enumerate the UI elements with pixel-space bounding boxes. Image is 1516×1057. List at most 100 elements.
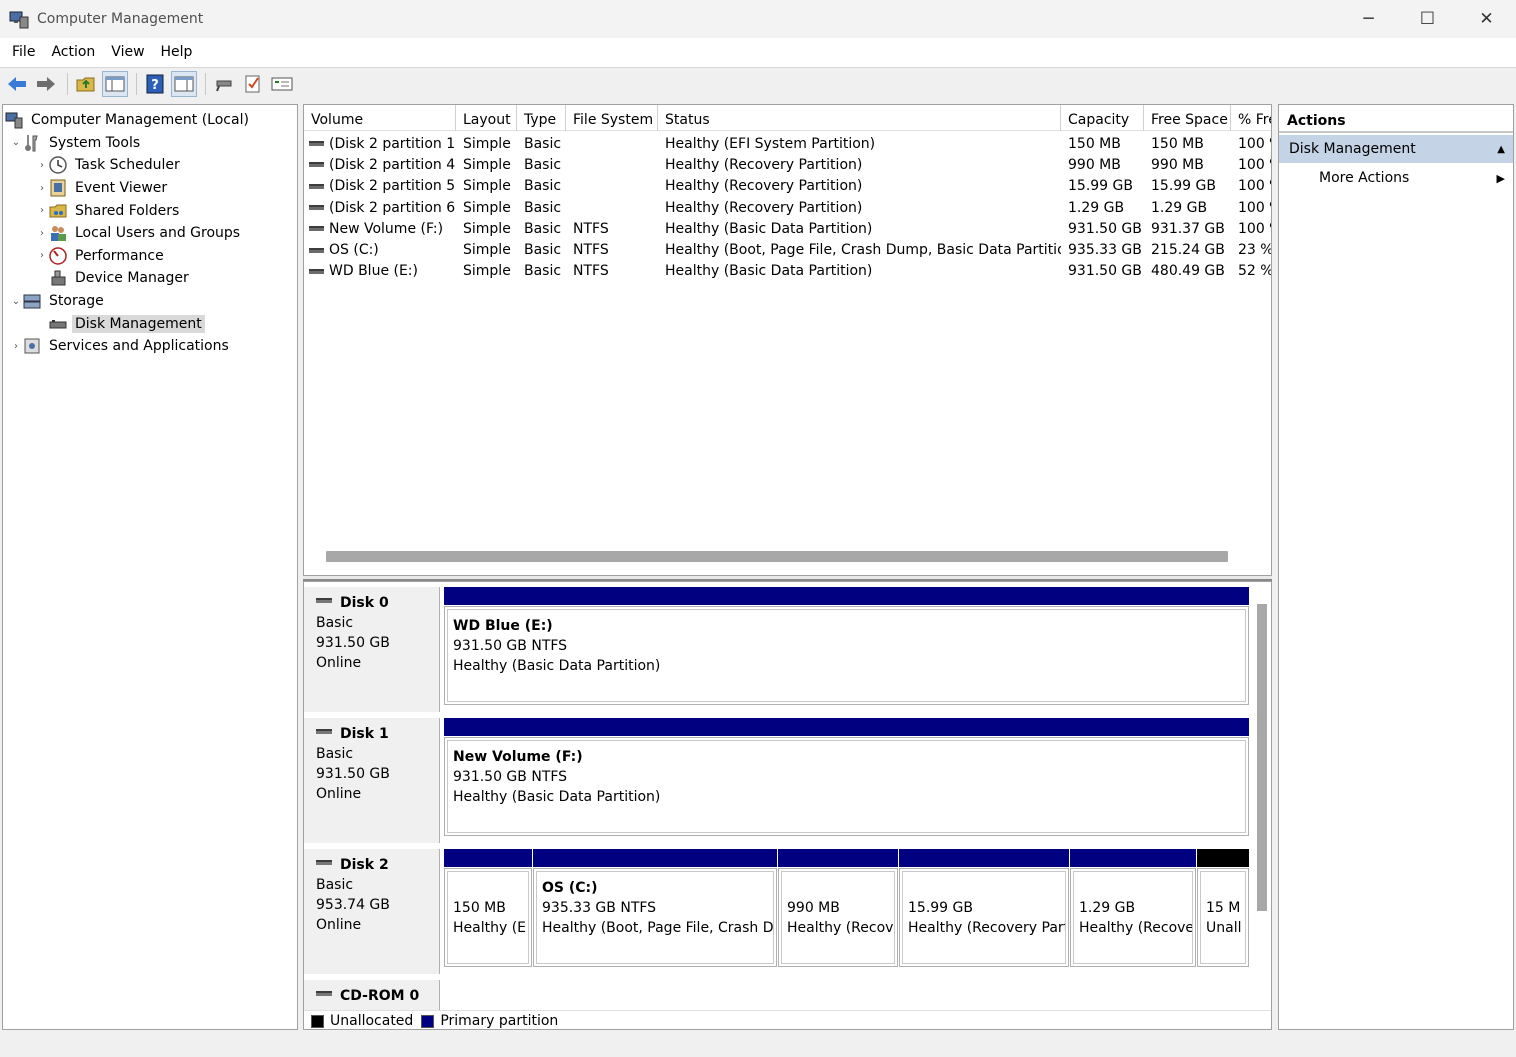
- partition[interactable]: New Volume (F:) 931.50 GB NTFS Healthy (Ba…: [444, 718, 1249, 836]
- column-header-layout[interactable]: Layout: [456, 105, 517, 131]
- partition-details: 15 M Unall: [1200, 871, 1246, 964]
- chevron-right-icon[interactable]: ›: [35, 205, 49, 216]
- volume-icon: [309, 247, 324, 253]
- tree-label: Disk Management: [72, 314, 205, 333]
- table-row[interactable]: OS (C:) Simple Basic NTFS Healthy (Boot, Pag…: [304, 239, 1271, 260]
- tree-item-disk-management[interactable]: Disk Management: [3, 312, 297, 335]
- table-row[interactable]: New Volume (F:) Simple Basic NTFS Healthy (B…: [304, 218, 1271, 239]
- more-actions-item[interactable]: More Actions ▶: [1279, 163, 1513, 193]
- cell-status: Healthy (EFI System Partition): [658, 136, 1061, 152]
- tree-item-event-viewer[interactable]: › Event Viewer: [3, 177, 297, 200]
- partition[interactable]: 1.29 GB Healthy (Recove: [1070, 849, 1196, 967]
- partition[interactable]: WD Blue (E:) 931.50 GB NTFS Healthy (Basic…: [444, 587, 1249, 705]
- up-folder-icon[interactable]: [73, 71, 99, 97]
- disk-icon: [316, 859, 332, 865]
- partition[interactable]: OS (C:) 935.33 GB NTFS Healthy (Boot, Page…: [533, 849, 777, 967]
- properties-icon[interactable]: [269, 71, 295, 97]
- cell-type: Basic: [517, 221, 566, 237]
- cell-status: Healthy (Recovery Partition): [658, 157, 1061, 173]
- back-icon[interactable]: [4, 71, 30, 97]
- partition[interactable]: 150 MB Healthy (E: [444, 849, 532, 967]
- tree-item-performance[interactable]: › Performance: [3, 245, 297, 268]
- tree-item-shared-folders[interactable]: › Shared Folders: [3, 199, 297, 222]
- partition[interactable]: 990 MB Healthy (Recove: [778, 849, 898, 967]
- services-icon: [23, 337, 41, 355]
- maximize-button[interactable]: ☐: [1398, 0, 1457, 38]
- cell-free: 150 MB: [1144, 136, 1231, 152]
- table-row[interactable]: (Disk 2 partition 4) Simple Basic Healthy (…: [304, 154, 1271, 175]
- connect-icon[interactable]: [211, 71, 237, 97]
- disk-name-text: Disk 1: [340, 726, 389, 742]
- disk-name: Disk 0: [316, 593, 439, 613]
- table-row[interactable]: (Disk 2 partition 6) Simple Basic Healthy (…: [304, 197, 1271, 218]
- collapse-up-icon[interactable]: ▲: [1497, 144, 1505, 155]
- minimize-button[interactable]: ─: [1339, 0, 1398, 38]
- cell-text: (Disk 2 partition 5): [329, 178, 456, 195]
- disk-partitions: 150 MB Healthy (E OS (C:) 935.33 GB NTFS Hea…: [442, 849, 1252, 974]
- menu-help[interactable]: Help: [153, 38, 201, 67]
- partition-body: WD Blue (E:) 931.50 GB NTFS Healthy (Basic…: [444, 606, 1249, 705]
- chevron-right-icon[interactable]: ›: [35, 183, 49, 194]
- forward-icon[interactable]: [33, 71, 59, 97]
- disk-management-icon: [49, 315, 67, 333]
- menu-file[interactable]: File: [4, 38, 43, 67]
- table-row[interactable]: WD Blue (E:) Simple Basic NTFS Healthy (Basi…: [304, 261, 1271, 282]
- partition-bar: [444, 587, 1249, 605]
- chevron-down-icon[interactable]: ⌄: [9, 137, 23, 148]
- menu-action[interactable]: Action: [43, 38, 103, 67]
- chevron-right-icon[interactable]: ›: [35, 250, 49, 261]
- cell-type: Basic: [517, 157, 566, 173]
- tree-label: System Tools: [49, 134, 141, 151]
- partition-bar: [533, 849, 777, 867]
- partition-bar: [778, 849, 898, 867]
- tree-item-services-applications[interactable]: › Services and Applications: [3, 335, 297, 358]
- partition[interactable]: 15.99 GB Healthy (Recovery Part: [899, 849, 1069, 967]
- cell-volume: (Disk 2 partition 6): [304, 200, 456, 216]
- column-header-file-system[interactable]: File System: [566, 105, 658, 131]
- menu-view[interactable]: View: [103, 38, 152, 67]
- close-button[interactable]: ✕: [1457, 0, 1516, 38]
- disk-info[interactable]: Disk 0 Basic 931.50 GB Online: [304, 587, 440, 712]
- vertical-scrollbar[interactable]: [1257, 604, 1267, 911]
- disk-info[interactable]: Disk 1 Basic 931.50 GB Online: [304, 718, 440, 843]
- column-header-free-space[interactable]: Free Space: [1144, 105, 1231, 131]
- tree-item-device-manager[interactable]: Device Manager: [3, 267, 297, 290]
- show-action-pane-icon[interactable]: [171, 71, 197, 97]
- chevron-right-icon[interactable]: ›: [35, 160, 49, 171]
- disk-row: Disk 0 Basic 931.50 GB Online WD Blue (E:) 93…: [304, 587, 1252, 715]
- cell-text: Simple: [463, 178, 511, 195]
- chevron-right-icon[interactable]: ›: [35, 228, 49, 239]
- column-header-status[interactable]: Status: [658, 105, 1061, 131]
- tree-item-system-tools[interactable]: ⌄ System Tools: [3, 132, 297, 155]
- column-header-volume[interactable]: Volume: [304, 105, 456, 131]
- show-hide-tree-icon[interactable]: [102, 71, 128, 97]
- tree-label: Services and Applications: [49, 338, 229, 355]
- computer-management-icon: [9, 9, 29, 29]
- tree-item-storage[interactable]: ⌄ Storage: [3, 290, 297, 313]
- table-row[interactable]: (Disk 2 partition 1) Simple Basic Healthy (…: [304, 133, 1271, 154]
- help-icon[interactable]: ?: [142, 71, 168, 97]
- disk-name-text: CD-ROM 0: [340, 988, 420, 1004]
- partition-line1: 931.50 GB NTFS: [453, 638, 568, 654]
- tree-item-task-scheduler[interactable]: › Task Scheduler: [3, 154, 297, 177]
- unallocated-partition[interactable]: 15 M Unall: [1197, 849, 1249, 967]
- cell-type: Basic: [517, 136, 566, 152]
- tree-item-computer-management[interactable]: Computer Management (Local): [3, 109, 297, 132]
- check-icon[interactable]: [240, 71, 266, 97]
- cell-capacity: 15.99 GB: [1061, 178, 1144, 194]
- column-header-capacity[interactable]: Capacity: [1061, 105, 1144, 131]
- horizontal-scrollbar[interactable]: [326, 551, 1228, 562]
- tree-item-local-users[interactable]: › Local Users and Groups: [3, 222, 297, 245]
- chevron-down-icon[interactable]: ⌄: [9, 296, 23, 307]
- storage-icon: [23, 292, 41, 310]
- computer-management-icon: [5, 111, 23, 129]
- table-row[interactable]: (Disk 2 partition 5) Simple Basic Healthy (…: [304, 176, 1271, 197]
- cell-text: Basic: [524, 199, 562, 216]
- actions-group-disk-management[interactable]: Disk Management ▲: [1279, 135, 1513, 163]
- disk-info[interactable]: Disk 2 Basic 953.74 GB Online: [304, 849, 440, 974]
- column-header-type[interactable]: Type: [517, 105, 566, 131]
- chevron-right-icon[interactable]: ›: [9, 341, 23, 352]
- cell-capacity: 935.33 GB: [1061, 242, 1144, 258]
- cell-text: 150 MB: [1068, 135, 1121, 152]
- column-header-percent-free[interactable]: % Fre: [1231, 105, 1271, 131]
